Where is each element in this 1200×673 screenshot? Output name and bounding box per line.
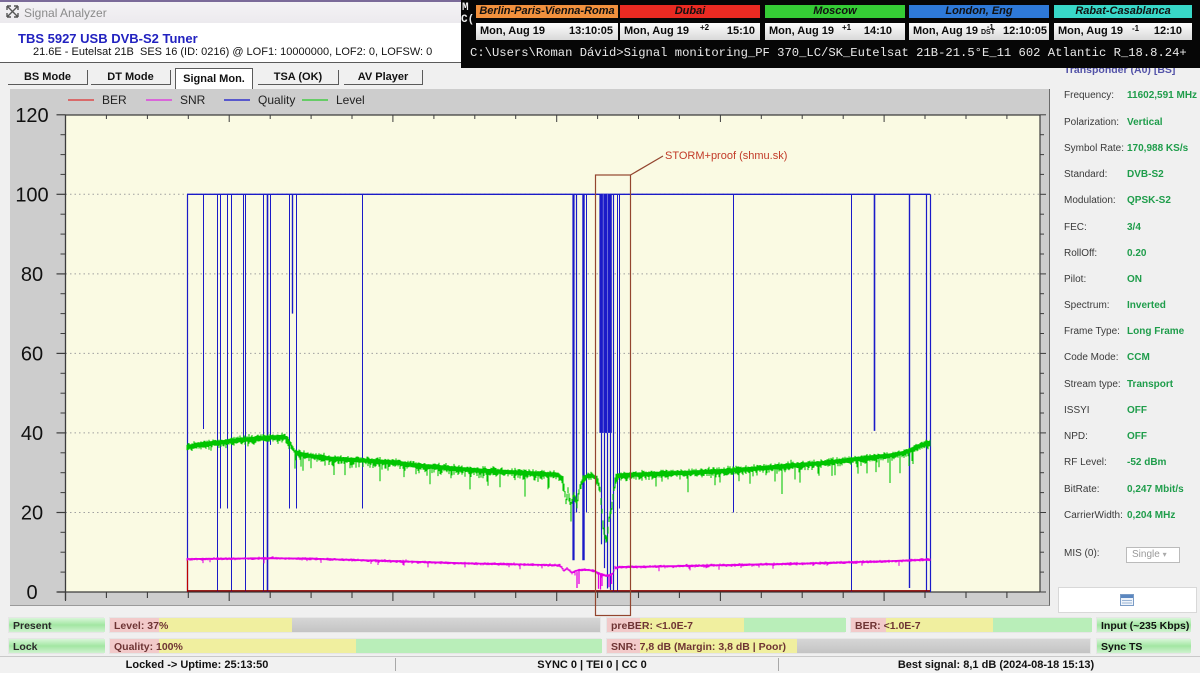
svg-text:20: 20: [21, 503, 43, 525]
svg-text:0: 0: [26, 582, 37, 604]
svg-text:STORM+proof (shmu.sk): STORM+proof (shmu.sk): [665, 150, 787, 162]
svg-text:100: 100: [15, 184, 48, 206]
svg-text:80: 80: [21, 264, 43, 286]
svg-text:40: 40: [21, 423, 43, 445]
svg-text:120: 120: [15, 105, 48, 127]
svg-text:60: 60: [21, 343, 43, 365]
